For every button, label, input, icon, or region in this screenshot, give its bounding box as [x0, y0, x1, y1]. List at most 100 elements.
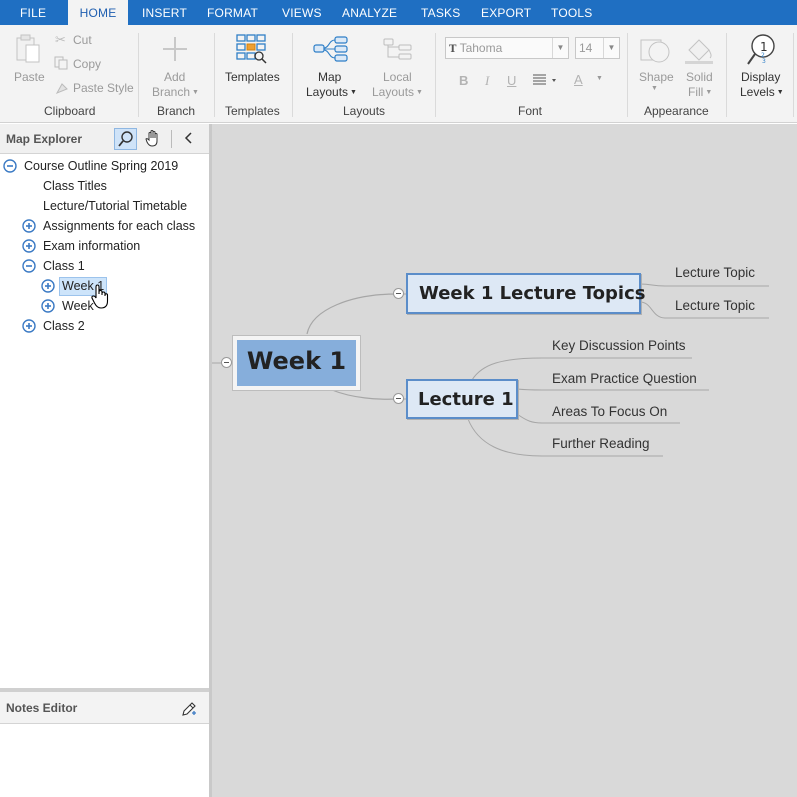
group-separator — [292, 33, 293, 117]
collapse-toggle-icon[interactable] — [221, 357, 232, 368]
map-connectors — [212, 283, 769, 457]
main-topic-label: Lecture 1 — [418, 389, 514, 410]
expand-icon[interactable] — [41, 279, 55, 293]
solid-fill-label-2: Fill — [688, 85, 704, 99]
font-group-label: Font — [518, 104, 543, 118]
font-color-icon: A — [574, 72, 583, 87]
local-layout-icon — [383, 38, 412, 60]
copy-icon — [54, 56, 68, 70]
expand-icon[interactable] — [41, 299, 55, 313]
clipboard-group-label: Clipboard — [44, 104, 96, 118]
cut-label: Cut — [73, 33, 92, 47]
tree-item-class-2[interactable]: Class 2 — [43, 316, 85, 336]
font-family-select[interactable]: T Tahoma ▼ — [445, 37, 569, 59]
dropdown-caret-icon: ▼ — [596, 75, 603, 82]
appearance-group-label: Appearance — [644, 104, 709, 118]
header-divider — [171, 130, 172, 148]
copy-label: Copy — [73, 57, 102, 71]
search-icon — [118, 131, 133, 147]
expand-icon[interactable] — [22, 239, 36, 253]
map-layouts-label-2: Layouts — [306, 85, 349, 99]
tree-item-class-titles[interactable]: Class Titles — [43, 176, 107, 196]
tab-export[interactable]: EXPORT — [481, 0, 531, 25]
search-button[interactable] — [114, 128, 137, 150]
subtopic-key-discussion-points[interactable]: Key Discussion Points — [552, 338, 686, 353]
group-separator — [726, 33, 727, 117]
main-topic-lecture-1[interactable]: Lecture 1 — [406, 379, 518, 419]
shape-icon — [640, 39, 670, 63]
bold-button[interactable]: B — [459, 73, 468, 88]
tree-item-class-1[interactable]: Class 1 — [43, 256, 85, 276]
map-canvas[interactable]: Week 1 Week 1 Lecture Topics Lecture Top… — [212, 124, 797, 797]
main-topic-label: Week 1 Lecture Topics — [419, 283, 646, 304]
tab-format[interactable]: FORMAT — [207, 0, 258, 25]
tab-home[interactable]: HOME — [68, 0, 128, 25]
truetype-icon: T — [449, 44, 457, 55]
dropdown-caret-icon: ▼ — [416, 89, 423, 96]
paint-bucket-icon — [685, 39, 713, 64]
main-topic-week1-lecture-topics[interactable]: Week 1 Lecture Topics — [406, 273, 645, 314]
templates-label: Templates — [225, 70, 280, 84]
left-panel: Map Explorer Course Outline Spring 2019 … — [0, 124, 209, 797]
subtopic-lecture-topic[interactable]: Lecture Topic — [675, 265, 755, 280]
tab-tasks[interactable]: TASKS — [421, 0, 460, 25]
subtopic-lecture-topic[interactable]: Lecture Topic — [675, 298, 755, 313]
hand-icon — [145, 130, 158, 147]
dropdown-caret-icon: ▼ — [776, 89, 784, 96]
paste-icon — [16, 34, 40, 63]
notes-editor-title: Notes Editor — [6, 701, 78, 715]
ribbon: Paste ✂ Cut Copy Paste Style Clipboard A… — [0, 25, 797, 123]
tab-insert[interactable]: INSERT — [142, 0, 187, 25]
subtopic-further-reading[interactable]: Further Reading — [552, 436, 650, 451]
map-layout-icon — [313, 36, 348, 62]
map-layouts-label-1: Map — [318, 70, 342, 84]
panel-divider[interactable] — [0, 688, 209, 692]
collapse-panel-button[interactable] — [178, 128, 201, 150]
expand-icon[interactable] — [22, 219, 36, 233]
tab-file[interactable]: FILE — [20, 0, 46, 25]
font-family-value: Tahoma — [459, 41, 503, 55]
collapse-toggle-icon[interactable] — [393, 393, 404, 404]
branch-group-label: Branch — [157, 104, 196, 118]
tree-item-exam-info[interactable]: Exam information — [43, 236, 140, 256]
dropdown-caret-icon: ▼ — [705, 89, 713, 96]
group-separator — [435, 33, 436, 117]
central-topic[interactable]: Week 1 — [232, 335, 361, 391]
map-explorer-header: Map Explorer — [0, 124, 209, 154]
collapse-toggle-icon[interactable] — [393, 288, 404, 299]
tree-item-assignments[interactable]: Assignments for each class — [43, 216, 195, 236]
tree-item-week[interactable]: Week — [62, 296, 94, 316]
notes-editor-body[interactable] — [0, 724, 209, 797]
add-branch-icon — [163, 37, 187, 61]
shape-label: Shape — [639, 70, 674, 84]
tab-views[interactable]: VIEWS — [282, 0, 322, 25]
display-levels-label-1: Display — [741, 70, 781, 84]
tree-item-course-outline[interactable]: Course Outline Spring 2019 — [24, 156, 178, 176]
ribbon-tab-bar: FILE HOME INSERT FORMAT VIEWS ANALYZE TA… — [0, 0, 797, 25]
local-layouts-label-1: Local — [383, 70, 412, 84]
scissors-icon: ✂ — [55, 32, 66, 47]
italic-button[interactable]: I — [485, 73, 489, 89]
display-levels-label-2: Levels — [740, 85, 775, 99]
templates-icon — [236, 34, 267, 64]
paste-style-icon — [55, 83, 68, 94]
tab-analyze[interactable]: ANALYZE — [342, 0, 397, 25]
edit-pencil-icon[interactable] — [180, 700, 198, 718]
tab-tools[interactable]: TOOLS — [551, 0, 592, 25]
central-topic-label: Week 1 — [246, 347, 347, 375]
subtopic-exam-practice-question[interactable]: Exam Practice Question — [552, 371, 697, 386]
map-explorer-title: Map Explorer — [6, 132, 83, 146]
expand-icon[interactable] — [22, 319, 36, 333]
chevron-down-icon: ▼ — [552, 38, 568, 58]
font-size-select[interactable]: 14 ▼ — [575, 37, 620, 59]
collapse-icon[interactable] — [22, 259, 36, 273]
tree-item-timetable[interactable]: Lecture/Tutorial Timetable — [43, 196, 187, 216]
collapse-icon[interactable] — [3, 159, 17, 173]
group-separator — [793, 33, 794, 117]
subtopic-areas-to-focus-on[interactable]: Areas To Focus On — [552, 404, 667, 419]
chevron-left-icon — [184, 132, 192, 144]
pan-button[interactable] — [143, 128, 166, 150]
underline-button[interactable]: U — [507, 73, 516, 88]
dropdown-caret-icon: ▼ — [350, 89, 357, 96]
group-separator — [627, 33, 628, 117]
